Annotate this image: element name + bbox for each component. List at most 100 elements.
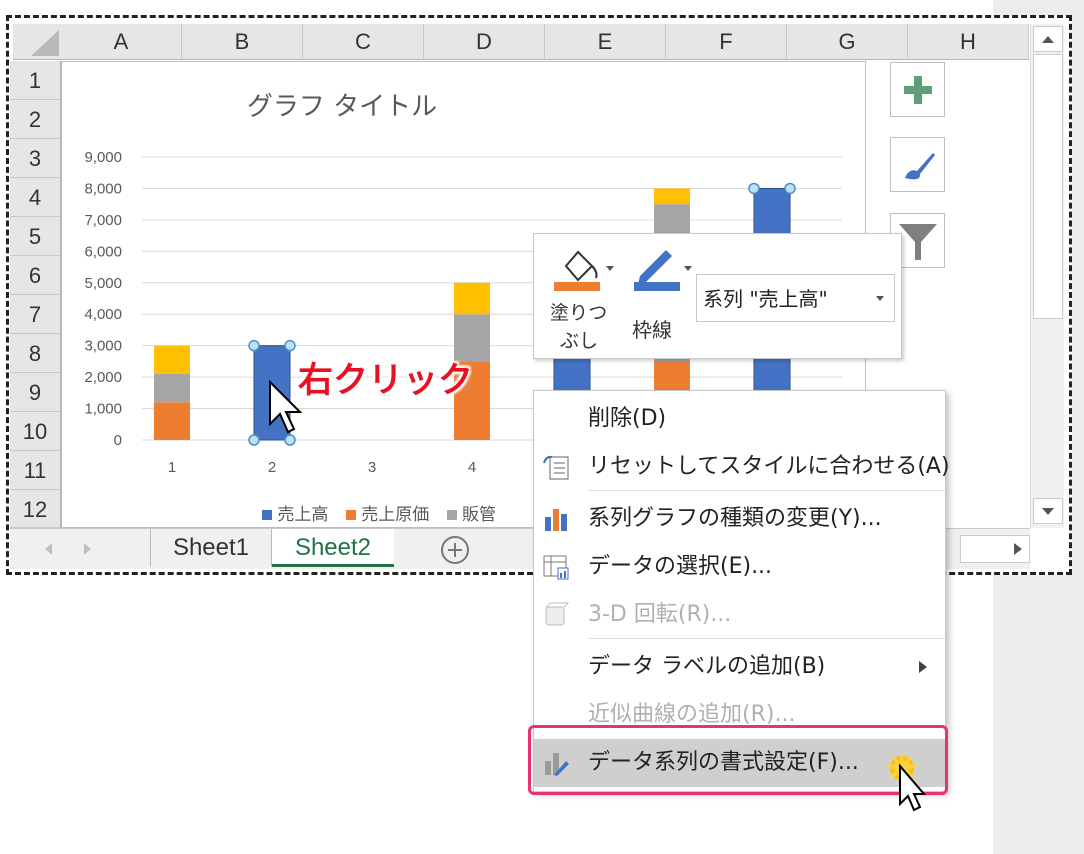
row-header-2[interactable]: 2 bbox=[10, 100, 61, 139]
column-header-e[interactable]: E bbox=[545, 24, 666, 60]
selection-handle[interactable] bbox=[284, 339, 296, 352]
legend-swatch-cost bbox=[345, 510, 356, 520]
chevron-down-icon bbox=[876, 296, 884, 301]
brush-icon bbox=[905, 153, 935, 180]
legend-swatch-sales bbox=[262, 510, 272, 520]
paint-bucket-icon bbox=[554, 250, 614, 291]
x-tick-label: 3 bbox=[368, 459, 376, 476]
legend-swatch-sga bbox=[446, 510, 457, 520]
y-tick-label: 2,000 bbox=[84, 369, 122, 386]
row-header-8[interactable]: 8 bbox=[10, 334, 61, 373]
bar-販管費-1[interactable] bbox=[154, 373, 190, 403]
bar-売上原価-1[interactable] bbox=[154, 402, 190, 440]
tab-sheet2[interactable]: Sheet2 bbox=[272, 529, 394, 567]
reset-style-icon bbox=[543, 455, 569, 480]
row-header-5[interactable]: 5 bbox=[10, 217, 61, 256]
plus-icon bbox=[904, 76, 932, 104]
add-sheet-icon[interactable] bbox=[438, 535, 472, 565]
scroll-up-button[interactable] bbox=[1033, 26, 1063, 52]
sheet-nav-icon[interactable] bbox=[38, 539, 98, 559]
legend-label-cost: 売上原価 bbox=[361, 505, 430, 525]
y-tick-label: 7,000 bbox=[84, 212, 122, 229]
tab-sheet1[interactable]: Sheet1 bbox=[150, 529, 272, 567]
mouse-cursor-icon bbox=[269, 380, 303, 434]
y-tick-label: 0 bbox=[114, 432, 122, 449]
bar-chart-icon bbox=[545, 509, 567, 531]
row-header-1[interactable]: 1 bbox=[10, 61, 61, 100]
y-tick-label: 9,000 bbox=[84, 149, 122, 166]
menu-label-select-data: データの選択(E)... bbox=[588, 554, 773, 579]
column-header-h[interactable]: H bbox=[908, 24, 1029, 60]
column-header-a[interactable]: A bbox=[61, 24, 182, 60]
arrow-up-icon bbox=[1042, 36, 1054, 43]
click-burst-icon bbox=[884, 750, 927, 812]
row-header-3[interactable]: 3 bbox=[10, 139, 61, 178]
menu-label-3d-rotation: 3-D 回転(R)... bbox=[588, 602, 732, 627]
bar-series3-6[interactable] bbox=[654, 188, 690, 205]
column-header-f[interactable]: F bbox=[666, 24, 787, 60]
selection-handle[interactable] bbox=[248, 339, 260, 352]
scroll-thumb[interactable] bbox=[1033, 54, 1063, 319]
legend-label-sga: 販管 bbox=[462, 505, 497, 525]
menu-label-add-trendline: 近似曲線の追加(R)... bbox=[588, 702, 796, 727]
x-tick-label: 2 bbox=[268, 459, 276, 476]
menu-item-select-data[interactable]: データの選択(E)... bbox=[534, 543, 945, 591]
series-select-value: 系列 "売上高" bbox=[703, 287, 828, 311]
outline-button[interactable]: 枠線 bbox=[626, 242, 698, 354]
column-header-g[interactable]: G bbox=[787, 24, 908, 60]
chart-styles-button[interactable] bbox=[890, 137, 945, 192]
row-header-11[interactable]: 11 bbox=[10, 451, 61, 490]
x-tick-label: 4 bbox=[468, 459, 476, 476]
pen-icon bbox=[634, 250, 692, 291]
menu-item-reset-style[interactable]: リセットしてスタイルに合わせる(A) bbox=[534, 443, 950, 491]
menu-label-delete: 削除(D) bbox=[588, 406, 667, 431]
y-tick-label: 1,000 bbox=[84, 401, 122, 418]
bar-series3-4[interactable] bbox=[454, 282, 490, 315]
y-tick-label: 3,000 bbox=[84, 338, 122, 355]
x-tick-label: 1 bbox=[168, 459, 176, 476]
fill-label-line1: 塗りつ bbox=[550, 302, 608, 324]
legend-label-sales: 売上高 bbox=[277, 505, 329, 525]
column-header-d[interactable]: D bbox=[424, 24, 545, 60]
vertical-scrollbar[interactable] bbox=[1030, 24, 1064, 528]
chart-elements-button[interactable] bbox=[890, 62, 945, 117]
y-tick-label: 4,000 bbox=[84, 306, 122, 323]
scroll-right-icon[interactable] bbox=[1004, 535, 1032, 563]
row-header-6[interactable]: 6 bbox=[10, 256, 61, 295]
menu-separator bbox=[588, 638, 945, 639]
selection-handle[interactable] bbox=[748, 182, 760, 195]
arrow-down-icon bbox=[1042, 508, 1054, 515]
scroll-down-button[interactable] bbox=[1033, 498, 1063, 524]
row-header-10[interactable]: 10 bbox=[10, 412, 61, 451]
format-toolbar: 塗りつ ぶし 枠線 系列 "売上高" bbox=[533, 233, 902, 359]
cube-icon bbox=[545, 602, 570, 626]
fill-button[interactable]: 塗りつ ぶし bbox=[544, 242, 616, 354]
select-all-icon bbox=[31, 30, 59, 56]
row-header-7[interactable]: 7 bbox=[10, 295, 61, 334]
y-tick-label: 8,000 bbox=[84, 180, 122, 197]
menu-label-change-chart-type: 系列グラフの種類の変更(Y)... bbox=[588, 506, 882, 531]
row-header-4[interactable]: 4 bbox=[10, 178, 61, 217]
row-header-9[interactable]: 9 bbox=[10, 373, 61, 412]
bar-series3-1[interactable] bbox=[154, 345, 190, 374]
y-tick-label: 6,000 bbox=[84, 243, 122, 260]
menu-item-3d-rotation[interactable]: 3-D 回転(R)... bbox=[534, 591, 945, 639]
selection-handle[interactable] bbox=[784, 182, 796, 195]
menu-label-reset-style: リセットしてスタイルに合わせる(A) bbox=[588, 454, 950, 479]
submenu-arrow-icon bbox=[919, 661, 927, 673]
column-header-b[interactable]: B bbox=[182, 24, 303, 60]
right-click-annotation: 右クリック bbox=[298, 361, 474, 401]
menu-separator bbox=[588, 490, 945, 491]
selection-handle[interactable] bbox=[248, 434, 260, 446]
series-select-dropdown[interactable]: 系列 "売上高" bbox=[696, 274, 895, 322]
menu-item-add-data-labels[interactable]: データ ラベルの追加(B) bbox=[534, 643, 945, 691]
select-data-icon bbox=[543, 555, 569, 580]
outline-label: 枠線 bbox=[632, 318, 672, 342]
menu-item-change-chart-type[interactable]: 系列グラフの種類の変更(Y)... bbox=[534, 495, 945, 543]
select-all-button[interactable] bbox=[13, 24, 64, 60]
row-header-12[interactable]: 12 bbox=[10, 490, 61, 528]
column-header-c[interactable]: C bbox=[303, 24, 424, 60]
menu-item-delete[interactable]: 削除(D) bbox=[534, 395, 945, 443]
y-tick-label: 5,000 bbox=[84, 275, 122, 292]
menu-label-add-data-labels: データ ラベルの追加(B) bbox=[588, 654, 826, 679]
